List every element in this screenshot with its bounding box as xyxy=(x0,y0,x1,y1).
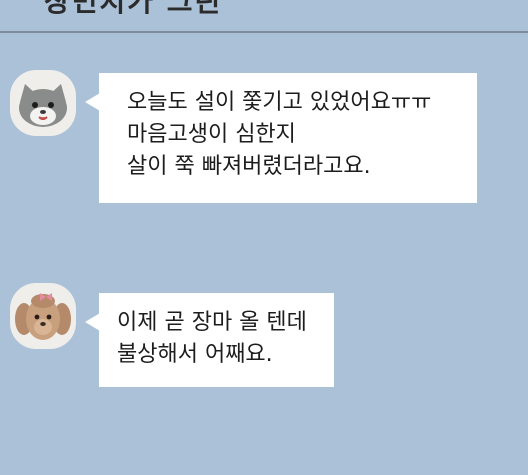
message-text-line: 오늘도 설이 쫓기고 있었어요ㅠㅠ xyxy=(127,90,432,115)
bubble-tail xyxy=(85,93,100,111)
message-text-line: 마음고생이 심한지 xyxy=(127,122,296,147)
bubble-tail xyxy=(85,313,100,331)
message-text-line: 불상해서 어째요. xyxy=(117,342,273,367)
message-bubble[interactable]: 이제 곧 장마 올 텐데 불상해서 어째요. xyxy=(85,293,334,387)
chat-title: 장민지가 그린 xyxy=(44,0,223,18)
cat-avatar-icon[interactable] xyxy=(10,70,76,136)
header-divider xyxy=(0,31,528,33)
poodle-avatar-icon[interactable] xyxy=(10,283,76,349)
message-bubble[interactable]: 오늘도 설이 쫓기고 있었어요ㅠㅠ 마음고생이 심한지 살이 쭉 빠져버렸더라고… xyxy=(85,73,477,203)
chat-header: 장민지가 그린 xyxy=(0,0,528,31)
message-text-line: 이제 곧 장마 올 텐데 xyxy=(117,310,307,335)
message-text-line: 살이 쭉 빠져버렸더라고요. xyxy=(127,154,371,179)
